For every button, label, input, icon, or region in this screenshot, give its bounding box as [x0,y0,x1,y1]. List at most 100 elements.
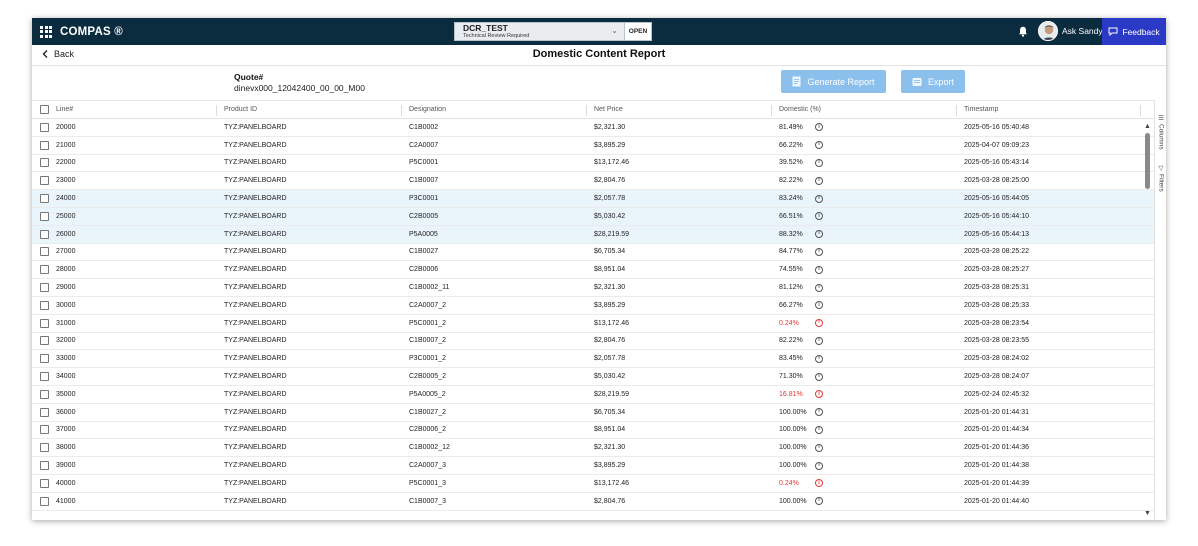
row-checkbox[interactable] [40,478,49,488]
info-icon[interactable]: i [815,265,823,274]
row-checkbox[interactable] [40,247,49,257]
row-checkbox[interactable] [40,140,49,150]
row-checkbox[interactable] [40,283,49,293]
info-icon[interactable]: i [815,497,823,506]
brand-logo[interactable]: COMPAS ® [60,26,123,38]
table-row[interactable]: 28000 TYZ:PANELBOARD C2B0006 $8,951.04 74.55… [32,261,1154,280]
table-row[interactable]: 22000 TYZ:PANELBOARD P5C0001 $13,172.46 39.5… [32,155,1154,173]
column-divider[interactable] [956,105,957,116]
info-icon[interactable]: i [815,461,823,470]
table-row[interactable]: 36000 TYZ:PANELBOARD C1B0027_2 $6,705.34 100… [32,404,1154,422]
table-row[interactable]: 21000 TYZ:PANELBOARD C2A0007 $3,895.29 66.22… [32,137,1154,155]
row-checkbox[interactable] [40,407,49,417]
column-divider[interactable] [586,105,587,116]
bell-icon[interactable] [1018,26,1028,37]
row-checkbox[interactable] [40,425,49,435]
row-checkbox[interactable] [40,158,49,168]
row-checkbox[interactable] [40,461,49,471]
user-name[interactable]: Ask Sandy [1062,26,1103,36]
info-icon[interactable]: i [815,283,823,292]
export-button[interactable]: Export [901,70,965,93]
table-row[interactable]: 23000 TYZ:PANELBOARD C1B0007 $2,804.76 82.22… [32,172,1154,191]
designation-cell: C1B0002 [409,123,439,131]
row-checkbox[interactable] [40,300,49,310]
table-row[interactable]: 27000 TYZ:PANELBOARD C1B0027 $6,705.34 84.77… [32,244,1154,262]
table-row[interactable]: 41000 TYZ:PANELBOARD C1B0007_3 $2,804.76 100… [32,493,1154,511]
info-icon[interactable]: i [815,158,823,167]
header-designation[interactable]: Designation [409,101,446,118]
info-icon[interactable]: i [815,247,823,256]
info-icon[interactable]: i [815,336,823,345]
user-avatar[interactable] [1038,21,1058,41]
timestamp-cell: 2025-01-20 01:44:40 [964,497,1029,505]
quote-selector-main[interactable]: DCR_TEST Technical Review Required ⌄ [455,23,624,40]
info-icon[interactable]: i [815,212,823,221]
table-row[interactable]: 34000 TYZ:PANELBOARD C2B0005_2 $5,030.42 71.… [32,368,1154,386]
table-row[interactable]: 30000 TYZ:PANELBOARD C2A0007_2 $3,895.29 66.… [32,297,1154,315]
header-line[interactable]: Line# [56,101,73,118]
scroll-up-icon[interactable]: ▲ [1144,123,1151,130]
table-row[interactable]: 40000 TYZ:PANELBOARD P5C0001_3 $13,172.46 0.… [32,475,1154,493]
header-domestic[interactable]: Domestic (%) [779,101,821,118]
info-icon[interactable]: i [815,194,823,203]
header-product-id[interactable]: Product ID [224,101,257,118]
row-checkbox[interactable] [40,229,49,239]
info-icon[interactable]: i [815,230,823,239]
table-row[interactable]: 33000 TYZ:PANELBOARD P3C0001_2 $2,057.78 83.… [32,350,1154,369]
row-checkbox[interactable] [40,443,49,453]
scroll-down-icon[interactable]: ▼ [1144,510,1151,517]
quote-selector[interactable]: DCR_TEST Technical Review Required ⌄ OPE… [454,22,652,41]
row-checkbox[interactable] [40,265,49,275]
product-id-cell: TYZ:PANELBOARD [224,284,287,292]
column-divider[interactable] [1140,105,1141,116]
table-row[interactable]: 39000 TYZ:PANELBOARD C2A0007_3 $3,895.29 100… [32,457,1154,475]
table-row[interactable]: 26000 TYZ:PANELBOARD P5A0005 $28,219.59 88.3… [32,225,1154,244]
header-net-price[interactable]: Net Price [594,101,623,118]
filters-tab[interactable]: ▽ Filters [1155,164,1166,192]
row-checkbox-cell [40,475,49,492]
row-checkbox[interactable] [40,389,49,399]
info-icon[interactable]: i [815,301,823,310]
table-row[interactable]: 31000 TYZ:PANELBOARD P5C0001_2 $13,172.46 0.… [32,315,1154,333]
row-checkbox[interactable] [40,372,49,382]
info-icon[interactable]: i [815,354,823,363]
info-icon[interactable]: i [815,176,823,185]
row-checkbox[interactable] [40,354,49,364]
row-checkbox[interactable] [40,336,49,346]
row-checkbox[interactable] [40,318,49,328]
header-timestamp[interactable]: Timestamp [964,101,998,118]
row-checkbox[interactable] [40,211,49,221]
table-row[interactable]: 37000 TYZ:PANELBOARD C2B0006_2 $8,951.04 100… [32,422,1154,440]
info-icon[interactable]: i [815,425,823,434]
table-row[interactable]: 35000 TYZ:PANELBOARD P5A0005_2 $28,219.59 16… [32,386,1154,404]
column-divider[interactable] [771,105,772,116]
info-icon[interactable]: i [815,123,823,132]
table-row[interactable]: 20000 TYZ:PANELBOARD C1B0002 $2,321.30 81.49… [32,119,1154,137]
column-divider[interactable] [216,105,217,116]
feedback-button[interactable]: Feedback [1102,18,1166,45]
generate-report-button[interactable]: Generate Report [781,70,886,93]
vertical-scrollbar[interactable]: ▲ ▼ [1142,119,1154,520]
table-row[interactable]: 25000 TYZ:PANELBOARD C2B0005 $5,030.42 66.51… [32,207,1154,226]
table-row[interactable]: 38000 TYZ:PANELBOARD C1B0002_12 $2,321.30 10… [32,439,1154,458]
scroll-thumb[interactable] [1145,133,1150,189]
chevron-down-icon[interactable]: ⌄ [611,26,618,35]
info-icon[interactable]: i [815,141,823,150]
table-row[interactable]: 29000 TYZ:PANELBOARD C1B0002_11 $2,321.30 81… [32,279,1154,297]
row-checkbox[interactable] [40,496,49,506]
row-checkbox[interactable] [40,122,49,132]
info-icon[interactable]: i [815,408,823,417]
info-icon[interactable]: i [815,479,823,488]
info-icon[interactable]: i [815,390,823,399]
columns-tab[interactable]: ☰ Columns [1155,114,1166,150]
row-checkbox[interactable] [40,176,49,186]
table-row[interactable]: 24000 TYZ:PANELBOARD P3C0001 $2,057.78 83.24… [32,190,1154,208]
info-icon[interactable]: i [815,372,823,381]
apps-grid-icon[interactable] [40,25,52,38]
column-divider[interactable] [401,105,402,116]
info-icon[interactable]: i [815,319,823,328]
table-row[interactable]: 32000 TYZ:PANELBOARD C1B0007_2 $2,804.76 82.… [32,333,1154,351]
info-icon[interactable]: i [815,443,823,452]
row-checkbox[interactable] [40,194,49,204]
select-all-checkbox[interactable] [40,105,49,114]
